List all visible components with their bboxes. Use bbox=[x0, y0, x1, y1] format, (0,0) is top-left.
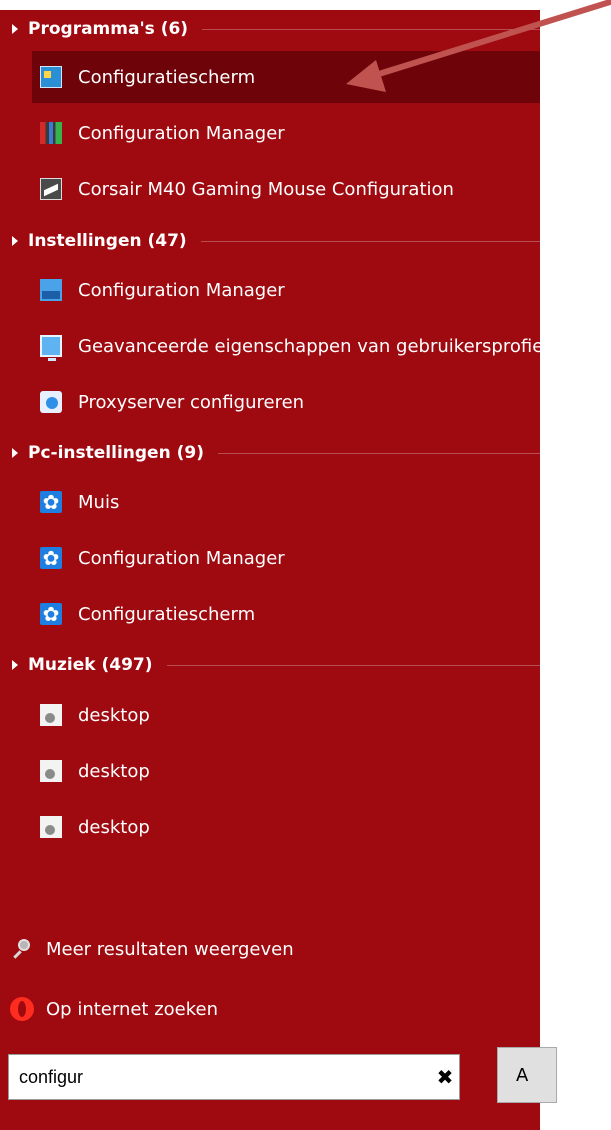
expand-triangle-icon bbox=[12, 236, 18, 246]
result-label: Proxyserver configureren bbox=[78, 391, 305, 413]
group-header-music[interactable]: Muziek (497) bbox=[0, 645, 540, 685]
result-label: Configuration Manager bbox=[78, 547, 285, 569]
gear-icon bbox=[40, 545, 62, 571]
control-panel-icon bbox=[40, 66, 62, 88]
result-corsair[interactable]: Corsair M40 Gaming Mouse Configuration bbox=[32, 163, 540, 215]
group-title: Muziek (497) bbox=[28, 655, 153, 675]
result-configuration-manager[interactable]: Configuration Manager bbox=[32, 107, 540, 159]
apply-button[interactable]: A bbox=[497, 1047, 557, 1103]
internet-search-link[interactable]: Op internet zoeken bbox=[0, 984, 540, 1034]
result-configuration-manager-settings[interactable]: Configuration Manager bbox=[32, 264, 540, 316]
internet-search-label: Op internet zoeken bbox=[46, 998, 219, 1020]
group-header-settings[interactable]: Instellingen (47) bbox=[0, 221, 540, 261]
group-title: Pc-instellingen (9) bbox=[28, 443, 204, 463]
corsair-icon bbox=[40, 178, 62, 200]
result-advanced-user-profiles[interactable]: Geavanceerde eigenschappen van gebruiker… bbox=[32, 320, 540, 372]
result-label: Muis bbox=[78, 491, 120, 513]
group-title: Instellingen (47) bbox=[28, 231, 187, 251]
result-label: desktop bbox=[78, 760, 150, 782]
close-icon[interactable]: ✖ bbox=[431, 1065, 459, 1089]
search-field[interactable]: ✖ bbox=[8, 1054, 460, 1100]
expand-triangle-icon bbox=[12, 448, 18, 458]
more-results-link[interactable]: Meer resultaten weergeven bbox=[0, 924, 540, 974]
proxy-icon bbox=[40, 391, 62, 413]
result-desktop[interactable]: desktop bbox=[32, 745, 540, 797]
result-label: Configuratiescherm bbox=[78, 66, 256, 88]
result-configuration-manager-pc[interactable]: Configuration Manager bbox=[32, 532, 540, 584]
group-header-pc-settings[interactable]: Pc-instellingen (9) bbox=[0, 433, 540, 473]
search-results-panel: Programma's (6) Configuratiescherm Confi… bbox=[0, 10, 540, 1130]
result-proxy-server[interactable]: Proxyserver configureren bbox=[32, 376, 540, 428]
more-results-label: Meer resultaten weergeven bbox=[46, 938, 294, 960]
settings-file-icon bbox=[40, 704, 62, 726]
search-input[interactable] bbox=[9, 1065, 431, 1089]
settings-file-icon bbox=[40, 760, 62, 782]
result-desktop[interactable]: desktop bbox=[32, 801, 540, 853]
expand-triangle-icon bbox=[12, 660, 18, 670]
apply-button-label: A bbox=[516, 1064, 529, 1086]
monitor-icon bbox=[40, 335, 62, 361]
result-label: Configuration Manager bbox=[78, 279, 285, 301]
gear-icon bbox=[40, 489, 62, 515]
result-label: Configuratiescherm bbox=[78, 603, 256, 625]
result-label: Configuration Manager bbox=[78, 122, 285, 144]
annotation-arrow-icon bbox=[346, 0, 611, 92]
group-title: Programma's (6) bbox=[28, 19, 189, 39]
search-icon bbox=[10, 937, 34, 961]
gear-icon bbox=[40, 601, 62, 627]
result-label: Geavanceerde eigenschappen van gebruiker… bbox=[78, 335, 540, 357]
settings-file-icon bbox=[40, 816, 62, 838]
result-control-panel-pc[interactable]: Configuratiescherm bbox=[32, 588, 540, 640]
opera-browser-icon bbox=[10, 997, 34, 1021]
configuration-settings-icon bbox=[40, 279, 62, 301]
result-label: desktop bbox=[78, 704, 150, 726]
expand-triangle-icon bbox=[12, 24, 18, 34]
divider bbox=[166, 664, 540, 666]
result-label: desktop bbox=[78, 816, 150, 838]
configuration-manager-icon bbox=[40, 122, 62, 144]
divider bbox=[217, 452, 540, 454]
result-mouse[interactable]: Muis bbox=[32, 476, 540, 528]
result-label: Corsair M40 Gaming Mouse Configuration bbox=[78, 178, 454, 200]
divider bbox=[200, 240, 540, 242]
result-desktop[interactable]: desktop bbox=[32, 689, 540, 741]
